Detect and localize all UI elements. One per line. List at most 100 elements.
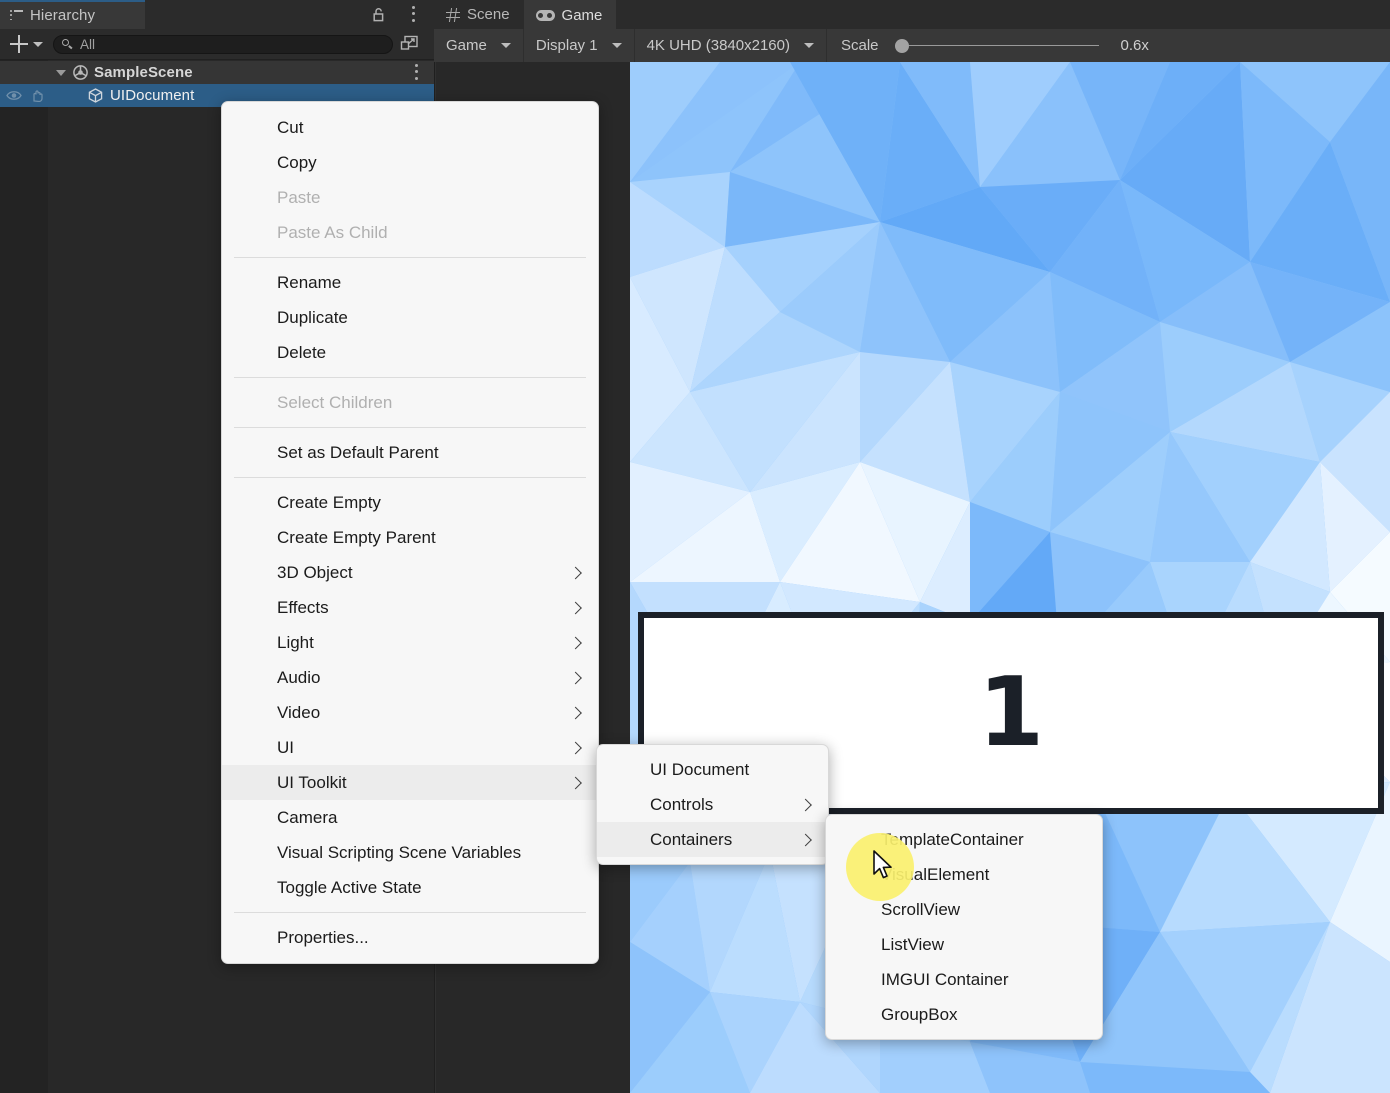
chevron-down-icon xyxy=(611,43,622,48)
menu-item-cut[interactable]: Cut xyxy=(222,110,598,145)
menu-item-label: UI Toolkit xyxy=(277,772,347,792)
menu-item-copy[interactable]: Copy xyxy=(222,145,598,180)
row-kebab-menu-icon[interactable] xyxy=(415,64,418,83)
scale-slider-thumb[interactable] xyxy=(894,38,909,53)
search-icon xyxy=(62,38,73,50)
menu-item-light[interactable]: Light xyxy=(222,625,598,660)
menu-item-label: Rename xyxy=(277,272,342,292)
menu-item-paste-as-child: Paste As Child xyxy=(222,215,598,250)
display-dropdown[interactable]: Display 1 xyxy=(524,29,634,62)
menu-item-label: UI Document xyxy=(650,759,750,779)
menu-item-paste: Paste xyxy=(222,180,598,215)
menu-item-effects[interactable]: Effects xyxy=(222,590,598,625)
gamepad-icon xyxy=(535,10,555,21)
container-item-listview[interactable]: ListView xyxy=(826,927,1102,962)
menu-item-label: Create Empty xyxy=(277,492,381,512)
playmode-dropdown-value: Game xyxy=(446,37,487,54)
menu-item-label: GroupBox xyxy=(881,1004,958,1024)
menu-item-3d-object[interactable]: 3D Object xyxy=(222,555,598,590)
menu-item-properties[interactable]: Properties... xyxy=(222,920,598,955)
resolution-dropdown[interactable]: 4K UHD (3840x2160) xyxy=(635,29,826,62)
menu-item-video[interactable]: Video xyxy=(222,695,598,730)
menu-item-label: Create Empty Parent xyxy=(277,527,436,547)
search-input-value: All xyxy=(80,36,96,52)
search-input[interactable]: All xyxy=(53,34,393,54)
tab-hierarchy[interactable]: Hierarchy xyxy=(0,0,145,29)
playmode-dropdown[interactable]: Game xyxy=(434,29,523,62)
hierarchy-tab-bar: Hierarchy xyxy=(0,0,434,29)
hash-grid-icon xyxy=(446,7,460,22)
tab-game[interactable]: Game xyxy=(523,0,617,29)
chevron-down-icon xyxy=(500,43,511,48)
hierarchy-row-samplescene[interactable]: SampleScene xyxy=(0,61,434,84)
menu-item-label: Duplicate xyxy=(277,307,348,327)
menu-item-label: Copy xyxy=(277,152,317,172)
resolution-dropdown-value: 4K UHD (3840x2160) xyxy=(646,37,790,54)
menu-item-duplicate[interactable]: Duplicate xyxy=(222,300,598,335)
menu-item-label: TemplateContainer xyxy=(881,829,1024,849)
lock-open-icon[interactable] xyxy=(372,7,388,22)
foldout-arrow-icon[interactable] xyxy=(56,69,66,76)
scale-label: Scale xyxy=(840,37,879,54)
chevron-right-icon xyxy=(799,833,812,846)
menu-item-audio[interactable]: Audio xyxy=(222,660,598,695)
menu-item-create-empty-parent[interactable]: Create Empty Parent xyxy=(222,520,598,555)
chevron-right-icon xyxy=(569,776,582,789)
menu-item-select-children: Select Children xyxy=(222,385,598,420)
menu-separator xyxy=(234,912,586,913)
submenu-item-ui-document[interactable]: UI Document xyxy=(597,752,828,787)
menu-item-label: Containers xyxy=(650,829,733,849)
menu-separator xyxy=(234,377,586,378)
add-gameobject-button[interactable] xyxy=(8,33,30,55)
submenu-item-containers[interactable]: Containers xyxy=(597,822,828,857)
pickability-hand-icon[interactable] xyxy=(29,89,45,103)
menu-item-label: Controls xyxy=(650,794,714,814)
menu-item-ui-toolkit[interactable]: UI Toolkit xyxy=(222,765,598,800)
menu-item-set-as-default-parent[interactable]: Set as Default Parent xyxy=(222,435,598,470)
container-item-visualelement[interactable]: VisualElement xyxy=(826,857,1102,892)
menu-separator xyxy=(234,257,586,258)
menu-item-delete[interactable]: Delete xyxy=(222,335,598,370)
chevron-right-icon xyxy=(569,601,582,614)
menu-item-label: Select Children xyxy=(277,392,393,412)
menu-item-ui[interactable]: UI xyxy=(222,730,598,765)
menu-item-label: ListView xyxy=(881,934,944,954)
cube-icon xyxy=(88,88,103,103)
kebab-menu-icon[interactable] xyxy=(412,6,416,23)
menu-separator xyxy=(234,477,586,478)
menu-item-toggle-active-state[interactable]: Toggle Active State xyxy=(222,870,598,905)
menu-item-label: Visual Scripting Scene Variables xyxy=(277,842,522,862)
menu-item-camera[interactable]: Camera xyxy=(222,800,598,835)
menu-item-label: 3D Object xyxy=(277,562,353,582)
tab-scene[interactable]: Scene xyxy=(434,0,524,29)
menu-item-label: ScrollView xyxy=(881,899,961,919)
container-item-scrollview[interactable]: ScrollView xyxy=(826,892,1102,927)
container-item-imgui-container[interactable]: IMGUI Container xyxy=(826,962,1102,997)
tab-hierarchy-label: Hierarchy xyxy=(30,7,96,24)
menu-item-label: Video xyxy=(277,702,321,722)
menu-item-create-empty[interactable]: Create Empty xyxy=(222,485,598,520)
unity-prefab-icon xyxy=(73,65,88,80)
menu-item-label: Set as Default Parent xyxy=(277,442,439,462)
container-item-groupbox[interactable]: GroupBox xyxy=(826,997,1102,1032)
tab-game-label: Game xyxy=(561,7,603,24)
visibility-eye-icon[interactable] xyxy=(6,89,22,102)
tab-scene-label: Scene xyxy=(467,6,510,23)
containers-submenu: TemplateContainer VisualElement ScrollView… xyxy=(825,814,1103,1040)
scale-slider[interactable] xyxy=(889,38,1099,53)
chevron-down-icon[interactable] xyxy=(33,41,43,47)
submenu-item-controls[interactable]: Controls xyxy=(597,787,828,822)
menu-item-label: UI xyxy=(277,737,294,757)
menu-item-label: Paste xyxy=(277,187,321,207)
expand-search-icon[interactable] xyxy=(400,35,419,53)
container-item-templatecontainer[interactable]: TemplateContainer xyxy=(826,822,1102,857)
menu-item-visual-scripting-scene-variables[interactable]: Visual Scripting Scene Variables xyxy=(222,835,598,870)
menu-item-label: Camera xyxy=(277,807,338,827)
display-dropdown-value: Display 1 xyxy=(535,37,598,54)
scale-value-label: 0.6x xyxy=(1120,37,1149,54)
ui-document-number-label: 1 xyxy=(977,657,1045,768)
menu-separator xyxy=(234,427,586,428)
menu-item-label: Audio xyxy=(277,667,321,687)
menu-item-rename[interactable]: Rename xyxy=(222,265,598,300)
game-view-toolbar: Game Display 1 4K UHD (3840x2160) Scale xyxy=(434,29,1390,62)
